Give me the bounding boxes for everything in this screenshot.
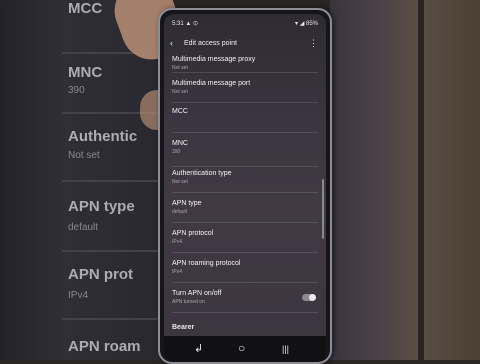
back-arrow-icon[interactable]: ‹: [170, 38, 173, 48]
item-label: Authentication type: [172, 170, 232, 177]
item-value: IPv4: [172, 239, 183, 245]
list-item-apn-type[interactable]: APN type default: [172, 200, 318, 223]
scrollbar[interactable]: [322, 179, 324, 239]
list-item-apn-roaming-protocol[interactable]: APN roaming protocol IPv4: [172, 260, 318, 283]
phone-device: 5:31 ▲ ⊙ ▾ ◢ 85% ‹ Edit access point ⋮ M…: [158, 8, 332, 364]
toggle-knob: [309, 294, 316, 301]
list-item-mcc[interactable]: MCC: [172, 108, 318, 133]
list-item-mms-port[interactable]: Multimedia message port Not set: [172, 80, 318, 103]
list-item-apn-protocol[interactable]: APN protocol IPv4: [172, 230, 318, 253]
navigation-bar: ↲ ○ |||: [164, 336, 326, 362]
list-item-apn-toggle[interactable]: Turn APN on/off APN turned on: [172, 290, 318, 313]
item-label: Multimedia message port: [172, 80, 251, 87]
status-icons: ▾ ◢ 85%: [295, 21, 318, 27]
phone-screen: 5:31 ▲ ⊙ ▾ ◢ 85% ‹ Edit access point ⋮ M…: [164, 14, 326, 362]
app-bar: ‹ Edit access point ⋮: [164, 38, 326, 54]
item-value: Not set: [172, 179, 188, 185]
item-value: IPv4: [172, 269, 183, 275]
item-label: Turn APN on/off: [172, 290, 222, 297]
page-title: Edit access point: [184, 40, 237, 47]
item-label: MCC: [172, 108, 188, 115]
section-header-bearer: Bearer: [172, 324, 195, 331]
item-value: Not set: [172, 65, 188, 71]
list-item-mms-proxy[interactable]: Multimedia message proxy Not set: [172, 56, 318, 73]
item-label: Multimedia message proxy: [172, 56, 256, 63]
item-value: APN turned on: [172, 299, 205, 305]
item-label: APN type: [172, 200, 202, 207]
more-options-icon[interactable]: ⋮: [309, 38, 318, 49]
home-button[interactable]: ○: [238, 341, 245, 355]
item-label: APN protocol: [172, 230, 214, 237]
back-nav-button[interactable]: |||: [282, 344, 289, 354]
status-time: 5:31 ▲ ⊙: [172, 21, 198, 27]
wall-seam: [418, 0, 424, 360]
status-bar: 5:31 ▲ ⊙ ▾ ◢ 85%: [172, 20, 318, 30]
list-item-mnc[interactable]: MNC 390: [172, 140, 318, 167]
item-value: Not set: [172, 89, 188, 95]
apn-toggle-switch[interactable]: [302, 294, 316, 301]
background-wall-right: [330, 0, 480, 360]
item-value: 390: [172, 149, 181, 155]
recent-apps-button[interactable]: ↲: [194, 342, 203, 355]
item-label: MNC: [172, 140, 188, 147]
item-label: APN roaming protocol: [172, 260, 241, 267]
item-value: default: [172, 209, 188, 215]
list-item-auth-type[interactable]: Authentication type Not set: [172, 170, 318, 193]
